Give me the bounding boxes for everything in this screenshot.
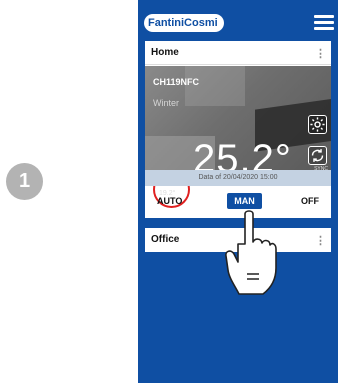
gear-icon	[310, 117, 325, 132]
card-title: Office	[151, 234, 180, 245]
mode-auto-button[interactable]: AUTO	[157, 196, 182, 206]
step-number-badge: 1	[6, 163, 43, 200]
mode-man-button[interactable]: MAN	[227, 193, 262, 209]
device-name: CH119NFC	[153, 77, 200, 87]
more-vert-icon[interactable]: ⋮	[315, 47, 326, 60]
hand-pointer-icon	[225, 210, 277, 295]
sync-icon	[311, 149, 324, 162]
last-update-bar: Data of 20/04/2020 15:00	[145, 170, 331, 186]
phone-screen: FantiniCosmi Home ⋮ CH119NFC Winter SYNC…	[138, 0, 338, 383]
brand-logo: FantiniCosmi	[144, 14, 224, 32]
brand-logo-text: FantiniCosmi	[148, 17, 218, 29]
sync-button[interactable]	[308, 146, 327, 165]
season-label: Winter	[153, 98, 180, 108]
more-vert-icon[interactable]: ⋮	[315, 234, 326, 247]
app-header: FantiniCosmi	[138, 0, 338, 40]
thermostat-card-home[interactable]: Home ⋮ CH119NFC Winter SYNC 25.2° MAN 19	[145, 41, 331, 218]
card-header: Home ⋮	[145, 41, 331, 65]
settings-button[interactable]	[308, 115, 327, 134]
mode-off-button[interactable]: OFF	[301, 196, 319, 206]
card-title: Home	[151, 47, 179, 58]
menu-icon[interactable]	[314, 15, 334, 31]
